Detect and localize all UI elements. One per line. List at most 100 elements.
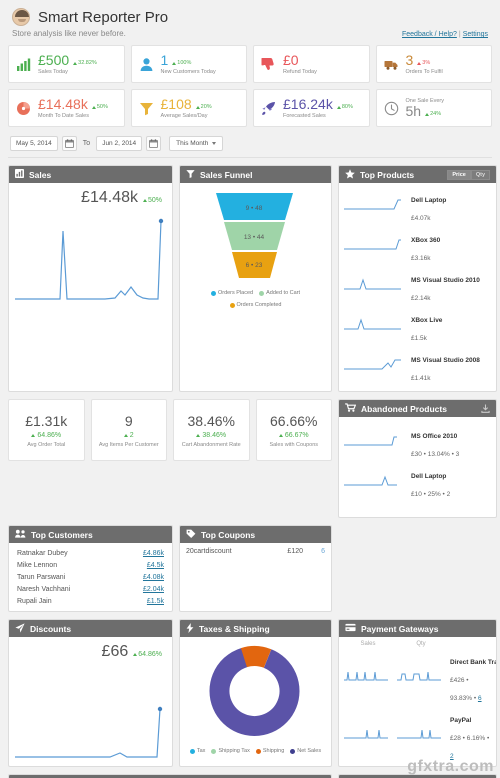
list-item[interactable]: Direct Bank Transfer £426 • 93.83% • 6 bbox=[344, 649, 496, 707]
kpi-delta-text: 100% bbox=[177, 60, 192, 67]
user-icon bbox=[138, 56, 155, 73]
list-item[interactable]: MS Visual Studio 2010 £2.14k bbox=[344, 267, 491, 307]
panel-body: Sales Qty Direct Bank Transfer £426 • 93… bbox=[339, 637, 496, 760]
product-value: £4.07k bbox=[411, 215, 431, 222]
list-item[interactable]: MS Office 2010 £30 • 13.04% • 3 bbox=[344, 423, 491, 463]
list-item[interactable]: Dell Laptop £4.07k bbox=[344, 187, 491, 227]
download-icon[interactable] bbox=[481, 404, 490, 413]
customer-value[interactable]: £2.04k bbox=[143, 586, 164, 593]
kpi-top: £500 32.82% bbox=[38, 52, 97, 68]
toggle-qty[interactable]: Qty bbox=[470, 169, 490, 180]
price-qty-toggle[interactable]: Price Qty bbox=[447, 169, 490, 180]
panel-body: £66 64.86% bbox=[9, 637, 172, 766]
list-item[interactable]: Ratnakar Dubey £4.86k bbox=[15, 547, 166, 559]
metric-label: Cart Abandonment Rate bbox=[181, 441, 241, 448]
kpi-top: £16.24k 80% bbox=[283, 96, 353, 112]
product-info: XBox 360 £3.16k bbox=[411, 229, 440, 265]
app-title-row: Smart Reporter Pro bbox=[12, 8, 488, 26]
row-discounts-taxes-gateways: Discounts £66 64.86% Taxes & Shipping Ta… bbox=[8, 619, 497, 767]
metric-card-sales-with-coupons[interactable]: 66.66% 66.67% Sales with Coupons bbox=[255, 399, 332, 461]
panel-title: Discounts bbox=[30, 623, 72, 634]
product-value: £1.5k bbox=[411, 335, 427, 342]
calendar-icon[interactable] bbox=[61, 136, 77, 151]
panel-top-customers: Top Customers Ratnakar Dubey £4.86k Mike … bbox=[8, 525, 173, 612]
metric-label: Sales with Coupons bbox=[269, 441, 319, 448]
gateway-count[interactable]: 6 bbox=[478, 695, 482, 702]
customer-value[interactable]: £4.5k bbox=[147, 562, 164, 569]
metric-card-cart-abandonment-rate[interactable]: 38.46% 38.46% Cart Abandonment Rate bbox=[173, 399, 250, 461]
calendar-icon[interactable] bbox=[146, 136, 162, 151]
legend-dot-icon bbox=[259, 290, 265, 296]
date-from-input[interactable]: May 5, 2014 bbox=[10, 136, 58, 151]
customer-value[interactable]: £4.86k bbox=[143, 550, 164, 557]
product-sparkline bbox=[344, 198, 406, 216]
product-name: MS Office 2010 bbox=[411, 433, 458, 440]
kpi-label: Forecasted Sales bbox=[283, 113, 326, 120]
customer-value[interactable]: £4.08k bbox=[143, 574, 164, 581]
kpi-card-sales-today[interactable]: £500 32.82% Sales Today bbox=[8, 45, 125, 83]
legend-label: Net Sales bbox=[297, 748, 322, 754]
kpi-card-new-customers-today[interactable]: 1 100% New Customers Today bbox=[130, 45, 247, 83]
list-item[interactable]: 20cartdiscount £120 6 bbox=[186, 548, 325, 555]
kpi-card-forecasted-sales[interactable]: £16.24k 80% Forecasted Sales bbox=[253, 89, 370, 127]
sales-delta-text: 50% bbox=[147, 197, 162, 204]
funnel-legend: Orders Placed Added to Cart Orders Compl… bbox=[185, 290, 326, 308]
legend-item: Added to Cart bbox=[259, 290, 300, 296]
cart-icon bbox=[345, 403, 357, 414]
list-item[interactable]: XBox Live £1.5k bbox=[344, 307, 491, 347]
panel-body: MS Office 2010 £30 • 13.04% • 3 Dell Lap… bbox=[339, 417, 496, 517]
kpi-body: 3 3% Orders To Fulfil bbox=[406, 52, 443, 75]
legend-dot-icon bbox=[255, 748, 261, 754]
kpi-label: New Customers Today bbox=[160, 69, 216, 76]
metric-card-avg-order-total[interactable]: £1.31k 64.86% Avg Order Total bbox=[8, 399, 85, 461]
customer-value[interactable]: £1.5k bbox=[147, 598, 164, 605]
product-sparkline bbox=[344, 358, 406, 376]
coupon-value: £120 bbox=[287, 548, 303, 555]
list-item[interactable]: Mike Lennon £4.5k bbox=[15, 559, 166, 571]
kpi-delta-text: 32.82% bbox=[78, 60, 97, 67]
metric-delta-text: 38.46% bbox=[202, 431, 227, 439]
coupon-count[interactable]: 6 bbox=[303, 548, 325, 555]
list-item[interactable]: Naresh Vachhani £2.04k bbox=[15, 583, 166, 595]
kpi-top: 5h 24% bbox=[406, 103, 445, 119]
panel-sales: Sales £14.48k 50% bbox=[8, 165, 173, 392]
panel-title: Sales bbox=[29, 169, 52, 180]
kpi-grid: £500 32.82% Sales Today 1 100% New Custo… bbox=[8, 45, 492, 127]
legend-label: Shipping bbox=[262, 748, 285, 754]
kpi-card-refund-today[interactable]: £0 Refund Today bbox=[253, 45, 370, 83]
kpi-card-average-sales-day[interactable]: £108 20% Average Sales/Day bbox=[130, 89, 247, 127]
metric-card-avg-items-per-customer[interactable]: 9 2 Avg Items Per Customer bbox=[90, 399, 167, 461]
kpi-body: £0 Refund Today bbox=[283, 52, 317, 76]
date-range-select[interactable]: This Month bbox=[169, 136, 224, 151]
toggle-price[interactable]: Price bbox=[447, 169, 471, 180]
panel-top-coupons: Top Coupons 20cartdiscount £120 6 bbox=[179, 525, 332, 612]
kpi-value: £14.48k bbox=[38, 95, 88, 112]
col-header-sales: Sales bbox=[360, 641, 376, 647]
legend-dot-icon bbox=[211, 748, 217, 754]
list-item[interactable]: PayPal £28 • 6.16% • 2 bbox=[344, 707, 491, 765]
kpi-label: Refund Today bbox=[283, 69, 317, 76]
legend-item: Net Sales bbox=[290, 748, 321, 754]
kpi-card-one-sale-every[interactable]: One Sale Every 5h 24% bbox=[375, 89, 492, 127]
bolt-icon bbox=[186, 622, 194, 635]
kpi-card-orders-to-fulfil[interactable]: 3 3% Orders To Fulfil bbox=[375, 45, 492, 83]
list-item[interactable]: Rupali Jain £1.5k bbox=[15, 595, 166, 607]
kpi-delta-text: 80% bbox=[341, 104, 353, 111]
settings-link[interactable]: Settings bbox=[463, 31, 488, 38]
list-item[interactable]: MS Visual Studio 2008 £1.41k bbox=[344, 347, 491, 387]
date-to-input[interactable]: Jun 2, 2014 bbox=[96, 136, 143, 151]
gateway-value-text: £426 • 93.83% • bbox=[450, 677, 478, 702]
trend-up-icon bbox=[73, 61, 78, 65]
metric-delta-text: 64.86% bbox=[37, 431, 62, 439]
panel-title: Top Coupons bbox=[201, 529, 256, 540]
list-item[interactable]: Tarun Parswani £4.08k bbox=[15, 571, 166, 583]
spacer-column bbox=[338, 525, 497, 612]
tag-icon bbox=[186, 529, 196, 541]
kpi-card-month-to-date-sales[interactable]: £14.48k 50% Month To Date Sales bbox=[8, 89, 125, 127]
list-item[interactable]: Dell Laptop £10 • 25% • 2 bbox=[344, 463, 491, 503]
panel-body: 20cartdiscount £120 6 bbox=[180, 543, 331, 609]
gateway-value: £426 • 93.83% • 6 bbox=[450, 677, 482, 702]
metric-delta-text: 2 bbox=[129, 431, 134, 439]
list-item[interactable]: XBox 360 £3.16k bbox=[344, 227, 491, 267]
feedback-help-link[interactable]: Feedback / Help? bbox=[402, 31, 457, 38]
